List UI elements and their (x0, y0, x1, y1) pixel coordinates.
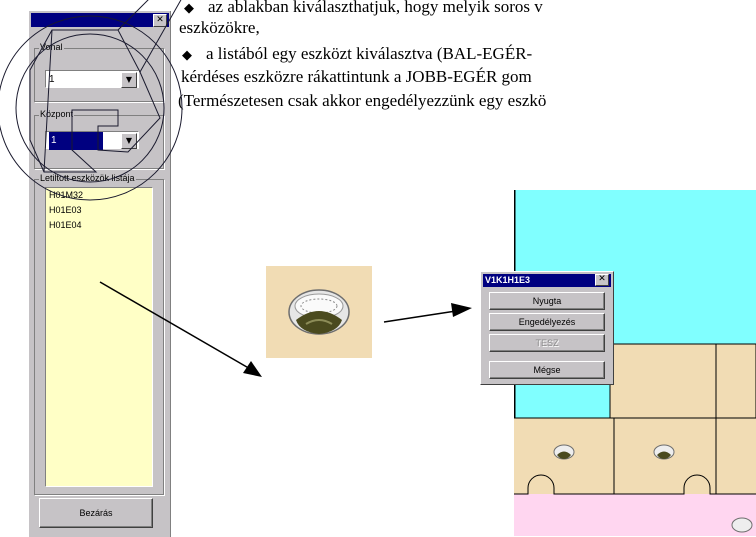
nyugta-button[interactable]: Nyugta (489, 292, 605, 310)
popup-title: V1K1H1E3 ✕ (483, 274, 611, 287)
megse-button[interactable]: Mégse (489, 361, 605, 379)
smoke-detector-icon (288, 289, 350, 335)
smoke-detector-icon[interactable] (553, 444, 575, 460)
smoke-detector-icon[interactable] (731, 517, 753, 533)
tesz-button: TESZ (489, 334, 605, 352)
smoke-detector-icon[interactable] (653, 444, 675, 460)
engedelyezes-button[interactable]: Engedélyezés (489, 313, 605, 331)
device-popup-window: V1K1H1E3 ✕ Nyugta Engedélyezés TESZ Mégs… (480, 271, 614, 385)
smoke-detector-thumbnail (266, 266, 372, 358)
close-icon[interactable]: ✕ (595, 274, 609, 286)
